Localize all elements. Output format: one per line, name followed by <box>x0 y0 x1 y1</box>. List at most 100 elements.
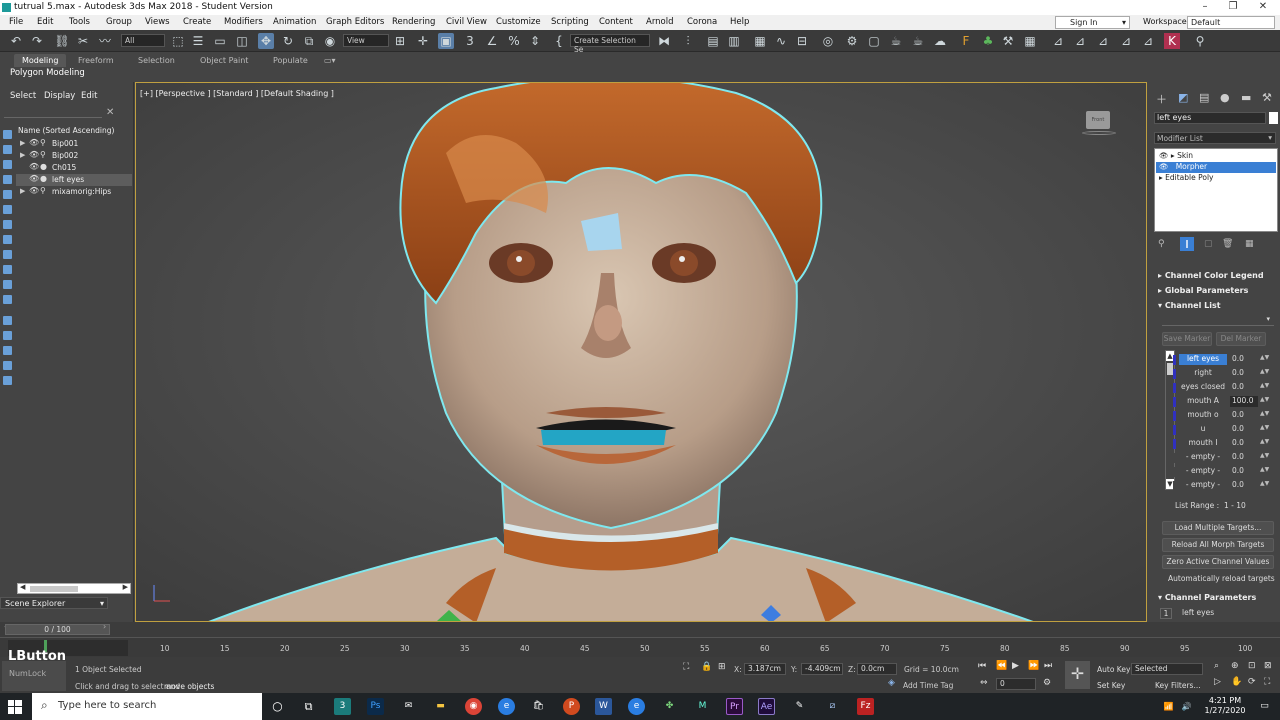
viewcube-compass-ring[interactable] <box>1082 131 1116 135</box>
next-frame-icon[interactable]: › <box>103 622 106 631</box>
ribbon-tab-populate[interactable]: Populate <box>265 54 316 67</box>
channel-value-field[interactable]: 0.0 <box>1230 424 1258 435</box>
filter-groups-icon[interactable] <box>3 220 12 229</box>
select-manipulate-icon[interactable]: ✛ <box>415 33 431 49</box>
isolate-selection-icon[interactable]: ⛶ <box>683 662 689 672</box>
filter-hidden-icon[interactable] <box>3 295 12 304</box>
task-view-icon[interactable]: ⧉ <box>300 698 317 715</box>
channel-name-button[interactable]: eyes closed <box>1179 382 1227 393</box>
object-name-field[interactable]: left eyes <box>1154 112 1266 124</box>
eye-icon[interactable]: 👁 <box>1159 151 1169 160</box>
menu-graph-editors[interactable]: Graph Editors <box>326 17 384 27</box>
rollout-channel-list[interactable]: ▾ Channel List <box>1158 301 1221 310</box>
expand-arrow-icon[interactable]: ▸ <box>1171 151 1175 160</box>
channel-value-field[interactable]: 100.0 <box>1230 396 1258 407</box>
eye-icon[interactable]: 👁 <box>1159 162 1169 171</box>
channel-name-button[interactable]: - empty - <box>1179 480 1227 491</box>
channel-name-button[interactable]: mouth o <box>1179 410 1227 421</box>
select-and-rotate-icon[interactable]: ↻ <box>280 33 296 49</box>
key-filters-button[interactable]: Key Filters... <box>1155 681 1201 690</box>
filter-helpers-icon[interactable] <box>3 190 12 199</box>
menu-customize[interactable]: Customize <box>496 17 541 27</box>
browser-app-icon[interactable]: e <box>628 698 645 715</box>
rollout-channel-color-legend[interactable]: ▸ Channel Color Legend <box>1158 271 1264 280</box>
channel-row[interactable]: mouth o 0.0 ▲▼ <box>1173 410 1271 422</box>
time-slider-thumb[interactable]: 0 / 100 <box>5 624 110 635</box>
scene-explorer-tab-select[interactable]: Select <box>10 91 36 101</box>
render-production-icon[interactable]: ☕ <box>888 33 904 49</box>
channel-value-field[interactable]: 0.0 <box>1230 480 1258 491</box>
cortana-icon[interactable]: ○ <box>269 698 286 715</box>
eye-icon[interactable]: 👁 <box>29 150 39 159</box>
premiere-app-icon[interactable]: Pr <box>726 698 743 715</box>
reload-all-morph-targets-button[interactable]: Reload All Morph Targets <box>1162 538 1274 552</box>
ribbon-options-icon[interactable]: ▭▾ <box>320 54 340 67</box>
schematic-view-icon[interactable]: ⊟ <box>794 33 810 49</box>
filter-cameras-icon[interactable] <box>3 175 12 184</box>
time-tag-icon[interactable]: ◈ <box>888 678 895 688</box>
render-setup-icon[interactable]: ⚙ <box>844 33 860 49</box>
channel-name-button[interactable]: mouth A <box>1179 396 1227 407</box>
display-none-icon[interactable] <box>3 331 12 340</box>
time-slider[interactable]: ‹ 0 / 100 › <box>0 622 1280 637</box>
angle-snap-icon[interactable]: ∠ <box>484 33 500 49</box>
selection-set-dropdown[interactable]: Selected <box>1131 663 1203 675</box>
pan-view-icon[interactable]: ✋ <box>1231 677 1242 687</box>
store-app-icon[interactable]: 🛍 <box>530 698 547 715</box>
network-icon[interactable]: 📶 <box>1160 698 1177 715</box>
pin-stack-icon[interactable]: ⚲ <box>1158 239 1165 249</box>
stack-item-morpher[interactable]: 👁 Morpher <box>1156 162 1276 173</box>
channel-value-field[interactable]: 0.0 <box>1230 382 1258 393</box>
auto-reload-targets-checkbox[interactable]: Automatically reload targets <box>1168 574 1275 583</box>
create-tab-icon[interactable]: ＋ <box>1156 91 1167 107</box>
filter-xrefs-icon[interactable] <box>3 235 12 244</box>
link-tool-icon[interactable]: ⊿ <box>1118 33 1134 49</box>
pin-icon[interactable]: ⚲ <box>1192 33 1208 49</box>
x-coordinate-field[interactable]: 3.187cm <box>744 663 786 675</box>
del-marker-button[interactable]: Del Marker <box>1216 332 1266 346</box>
ribbon-tab-selection[interactable]: Selection <box>130 54 183 67</box>
channel-name-button[interactable]: - empty - <box>1179 452 1227 463</box>
channel-row[interactable]: - empty -0.0 ▲▼ <box>1173 480 1271 492</box>
viewcube[interactable]: Front <box>1086 111 1110 129</box>
reference-coordinate-dropdown[interactable]: View <box>343 34 389 47</box>
spinner-snap-icon[interactable]: ⇕ <box>527 33 543 49</box>
3ds-max-app-icon[interactable]: 3 <box>334 698 351 715</box>
filter-containers-icon[interactable] <box>3 265 12 274</box>
scene-explorer-tab-display[interactable]: Display <box>44 91 75 101</box>
channel-value-field[interactable]: 0.0 <box>1230 452 1258 463</box>
next-frame-icon[interactable]: ⏩ <box>1028 661 1039 671</box>
photoshop-app-icon[interactable]: Ps <box>367 698 384 715</box>
scene-row[interactable]: 👁 ● left eyes <box>16 174 132 186</box>
bind-space-warp-icon[interactable]: 〰 <box>97 33 113 49</box>
lock-cell-icon[interactable] <box>3 376 12 385</box>
menu-animation[interactable]: Animation <box>273 17 316 27</box>
notifications-icon[interactable]: ▭ <box>1256 698 1273 715</box>
select-object-icon[interactable]: ⬚ <box>170 33 186 49</box>
scene-explorer-column-header[interactable]: Name (Sorted Ascending) <box>18 126 114 135</box>
menu-group[interactable]: Group <box>106 17 132 27</box>
show-end-result-icon[interactable]: ‖ <box>1180 237 1194 251</box>
restore-button[interactable]: ❐ <box>1218 1 1248 12</box>
select-by-name-icon[interactable]: ☰ <box>190 33 206 49</box>
zero-active-channel-values-button[interactable]: Zero Active Channel Values <box>1162 555 1274 569</box>
y-coordinate-field[interactable]: -4.409cm <box>801 663 843 675</box>
zoom-all-icon[interactable]: ⊕ <box>1231 661 1239 671</box>
render-cloud-icon[interactable]: ☁ <box>932 33 948 49</box>
app-icon-green[interactable]: ✤ <box>661 698 678 715</box>
selection-filter-dropdown[interactable]: All <box>121 34 165 47</box>
menu-arnold[interactable]: Arnold <box>646 17 674 27</box>
table-icon[interactable]: ▦ <box>1022 33 1038 49</box>
powerpoint-app-icon[interactable]: P <box>563 698 580 715</box>
eye-icon[interactable]: 👁 <box>29 186 39 195</box>
expand-arrow-icon[interactable]: ▶ <box>20 139 25 147</box>
marker-dropdown[interactable]: ▾ <box>1162 315 1274 326</box>
edit-named-selection-icon[interactable]: { <box>551 33 567 49</box>
render-active-shade-icon[interactable]: ☕ <box>910 33 926 49</box>
toggle-layer-explorer-icon[interactable]: ▥ <box>726 33 742 49</box>
add-time-tag[interactable]: Add Time Tag <box>903 681 953 690</box>
motion-tab-icon[interactable]: ● <box>1220 91 1230 104</box>
rendered-frame-window-icon[interactable]: ▢ <box>866 33 882 49</box>
menu-civil-view[interactable]: Civil View <box>446 17 487 27</box>
time-configuration-icon[interactable]: ⚙ <box>1043 678 1051 688</box>
